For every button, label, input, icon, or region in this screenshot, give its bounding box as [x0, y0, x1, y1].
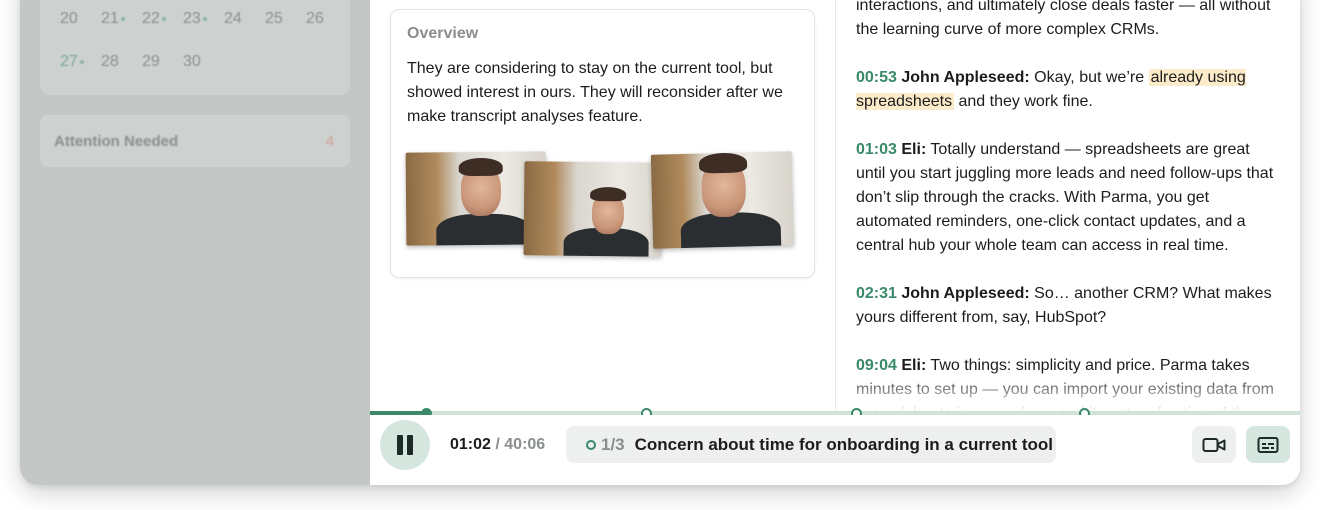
speaker-name: Eli: [901, 141, 927, 158]
sidebar: 20 21 22 23 24 25 26 27 28 29 30 Attention Needed… [20, 0, 370, 485]
calendar-week-row: 20 21 22 23 24 25 26 [60, 10, 347, 28]
transcript: interactions, and ultimately close deals… [856, 0, 1281, 412]
pause-icon [395, 435, 415, 455]
calendar-day[interactable]: 27 [60, 53, 101, 71]
video-icon [1202, 436, 1226, 454]
event-dot-icon [120, 16, 125, 21]
captions-icon [1257, 436, 1279, 454]
calendar-day[interactable]: 28 [101, 53, 142, 71]
player-controls: 01:02 / 40:06 1/3 Concern about time for… [370, 415, 1300, 485]
video-snapshot[interactable] [523, 161, 663, 257]
video-toggle-button[interactable] [1192, 426, 1236, 463]
calendar-day[interactable]: 25 [265, 10, 306, 28]
transcript-fade [836, 372, 1300, 412]
current-time: 01:02 [450, 436, 491, 453]
overview-text: They are considering to stay on the curr… [407, 60, 783, 125]
calendar-day[interactable]: 22 [142, 10, 183, 28]
chapter-selector[interactable]: 1/3 Concern about time for onboarding in… [566, 426, 1056, 463]
attention-needed-label: Attention Needed [54, 133, 179, 150]
calendar-card: 20 21 22 23 24 25 26 27 28 29 30 [40, 0, 350, 95]
timestamp-link[interactable]: 02:31 [856, 285, 897, 302]
captions-toggle-button[interactable] [1246, 426, 1290, 463]
transcript-intro: interactions, and ultimately close deals… [856, 0, 1271, 38]
app-window: 20 21 22 23 24 25 26 27 28 29 30 Attention Needed… [20, 0, 1300, 485]
transcript-entry: 00:53 John Appleseed: Okay, but we’re al… [856, 66, 1281, 114]
attention-needed-card[interactable]: Attention Needed 4 [40, 115, 350, 167]
chapter-index: 1/3 [601, 434, 625, 454]
transcript-entry: 01:03 Eli: Totally understand — spreadsh… [856, 138, 1281, 258]
timestamp-link[interactable]: 00:53 [856, 69, 897, 86]
transcript-panel: interactions, and ultimately close deals… [835, 0, 1300, 412]
event-dot-icon [79, 59, 84, 64]
chapter-ring-icon [586, 439, 596, 450]
attention-needed-count: 4 [325, 133, 334, 150]
transcript-text: and they work fine. [954, 93, 1093, 110]
time-display: 01:02 / 40:06 [450, 436, 545, 454]
speaker-name: John Appleseed: [901, 285, 1030, 302]
pause-button[interactable] [380, 420, 430, 470]
timestamp-link[interactable]: 01:03 [856, 141, 897, 158]
calendar-day[interactable]: 23 [183, 10, 224, 28]
calendar-week-row: 27 28 29 30 [60, 53, 224, 71]
event-dot-icon [161, 16, 166, 21]
overview-card: Overview They are considering to stay on… [390, 9, 815, 278]
calendar-day[interactable]: 21 [101, 10, 142, 28]
calendar-day[interactable]: 30 [183, 53, 224, 71]
calendar-day[interactable]: 24 [224, 10, 265, 28]
calendar-day[interactable]: 26 [306, 10, 347, 28]
calendar-day[interactable]: 29 [142, 53, 183, 71]
chapter-title: Concern about time for onboarding in a c… [634, 434, 1054, 454]
total-time: / 40:06 [495, 436, 546, 453]
transcript-entry: 02:31 John Appleseed: So… another CRM? W… [856, 282, 1281, 330]
event-dot-icon [202, 16, 207, 21]
overview-title: Overview [407, 25, 479, 42]
transcript-text: Okay, but we’re [1034, 69, 1149, 86]
speaker-name: John Appleseed: [901, 69, 1030, 86]
video-snapshot[interactable] [650, 151, 795, 249]
calendar-day[interactable]: 20 [60, 10, 101, 28]
